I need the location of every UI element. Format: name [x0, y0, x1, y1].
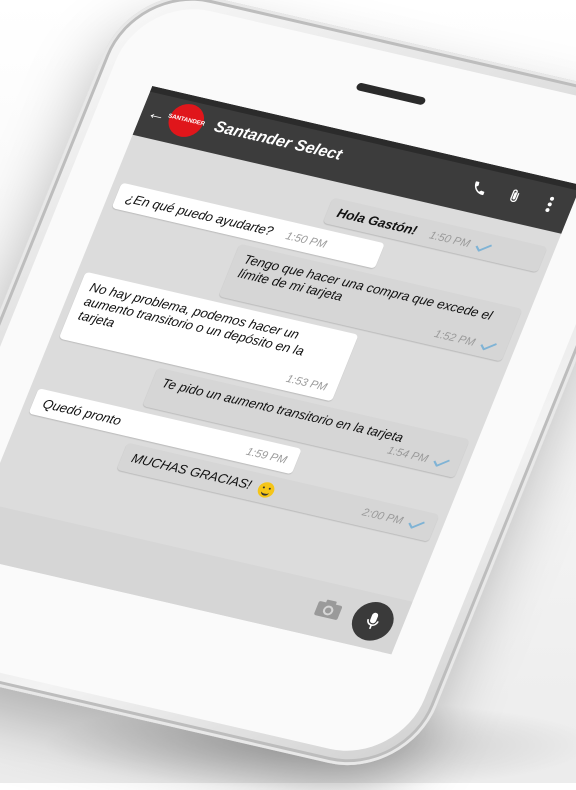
message-text: Hola Gastón!: [334, 205, 420, 238]
check-icon: [433, 459, 450, 467]
check-icon: [475, 244, 492, 252]
mic-icon: [367, 612, 379, 629]
smile-emoji-icon: [255, 480, 277, 499]
check-icon: [408, 521, 425, 529]
message-time: 1:50 PM: [283, 230, 329, 251]
camera-icon[interactable]: [309, 595, 347, 627]
paperclip-icon[interactable]: [496, 180, 534, 213]
message-time: 2:00 PM: [360, 506, 405, 528]
message-meta: 1:50 PM: [284, 230, 328, 250]
message-time: 1:50 PM: [427, 229, 472, 251]
message-text: Quedó pronto: [40, 396, 124, 429]
message-text: ¿En qué puedo ayudarte?: [123, 190, 276, 239]
phone: ← SANTANDER Santander Select Hola Gastón…: [0, 0, 576, 781]
avatar-label: SANTANDER: [167, 113, 206, 128]
message-meta: 1:50 PM: [427, 230, 493, 255]
message-meta: 2:00 PM: [360, 507, 426, 532]
mic-button[interactable]: [345, 598, 400, 645]
message-time: 1:59 PM: [244, 445, 289, 467]
check-icon: [480, 343, 497, 351]
more-vert-icon[interactable]: [531, 188, 569, 221]
message-meta: 1:59 PM: [244, 446, 288, 466]
